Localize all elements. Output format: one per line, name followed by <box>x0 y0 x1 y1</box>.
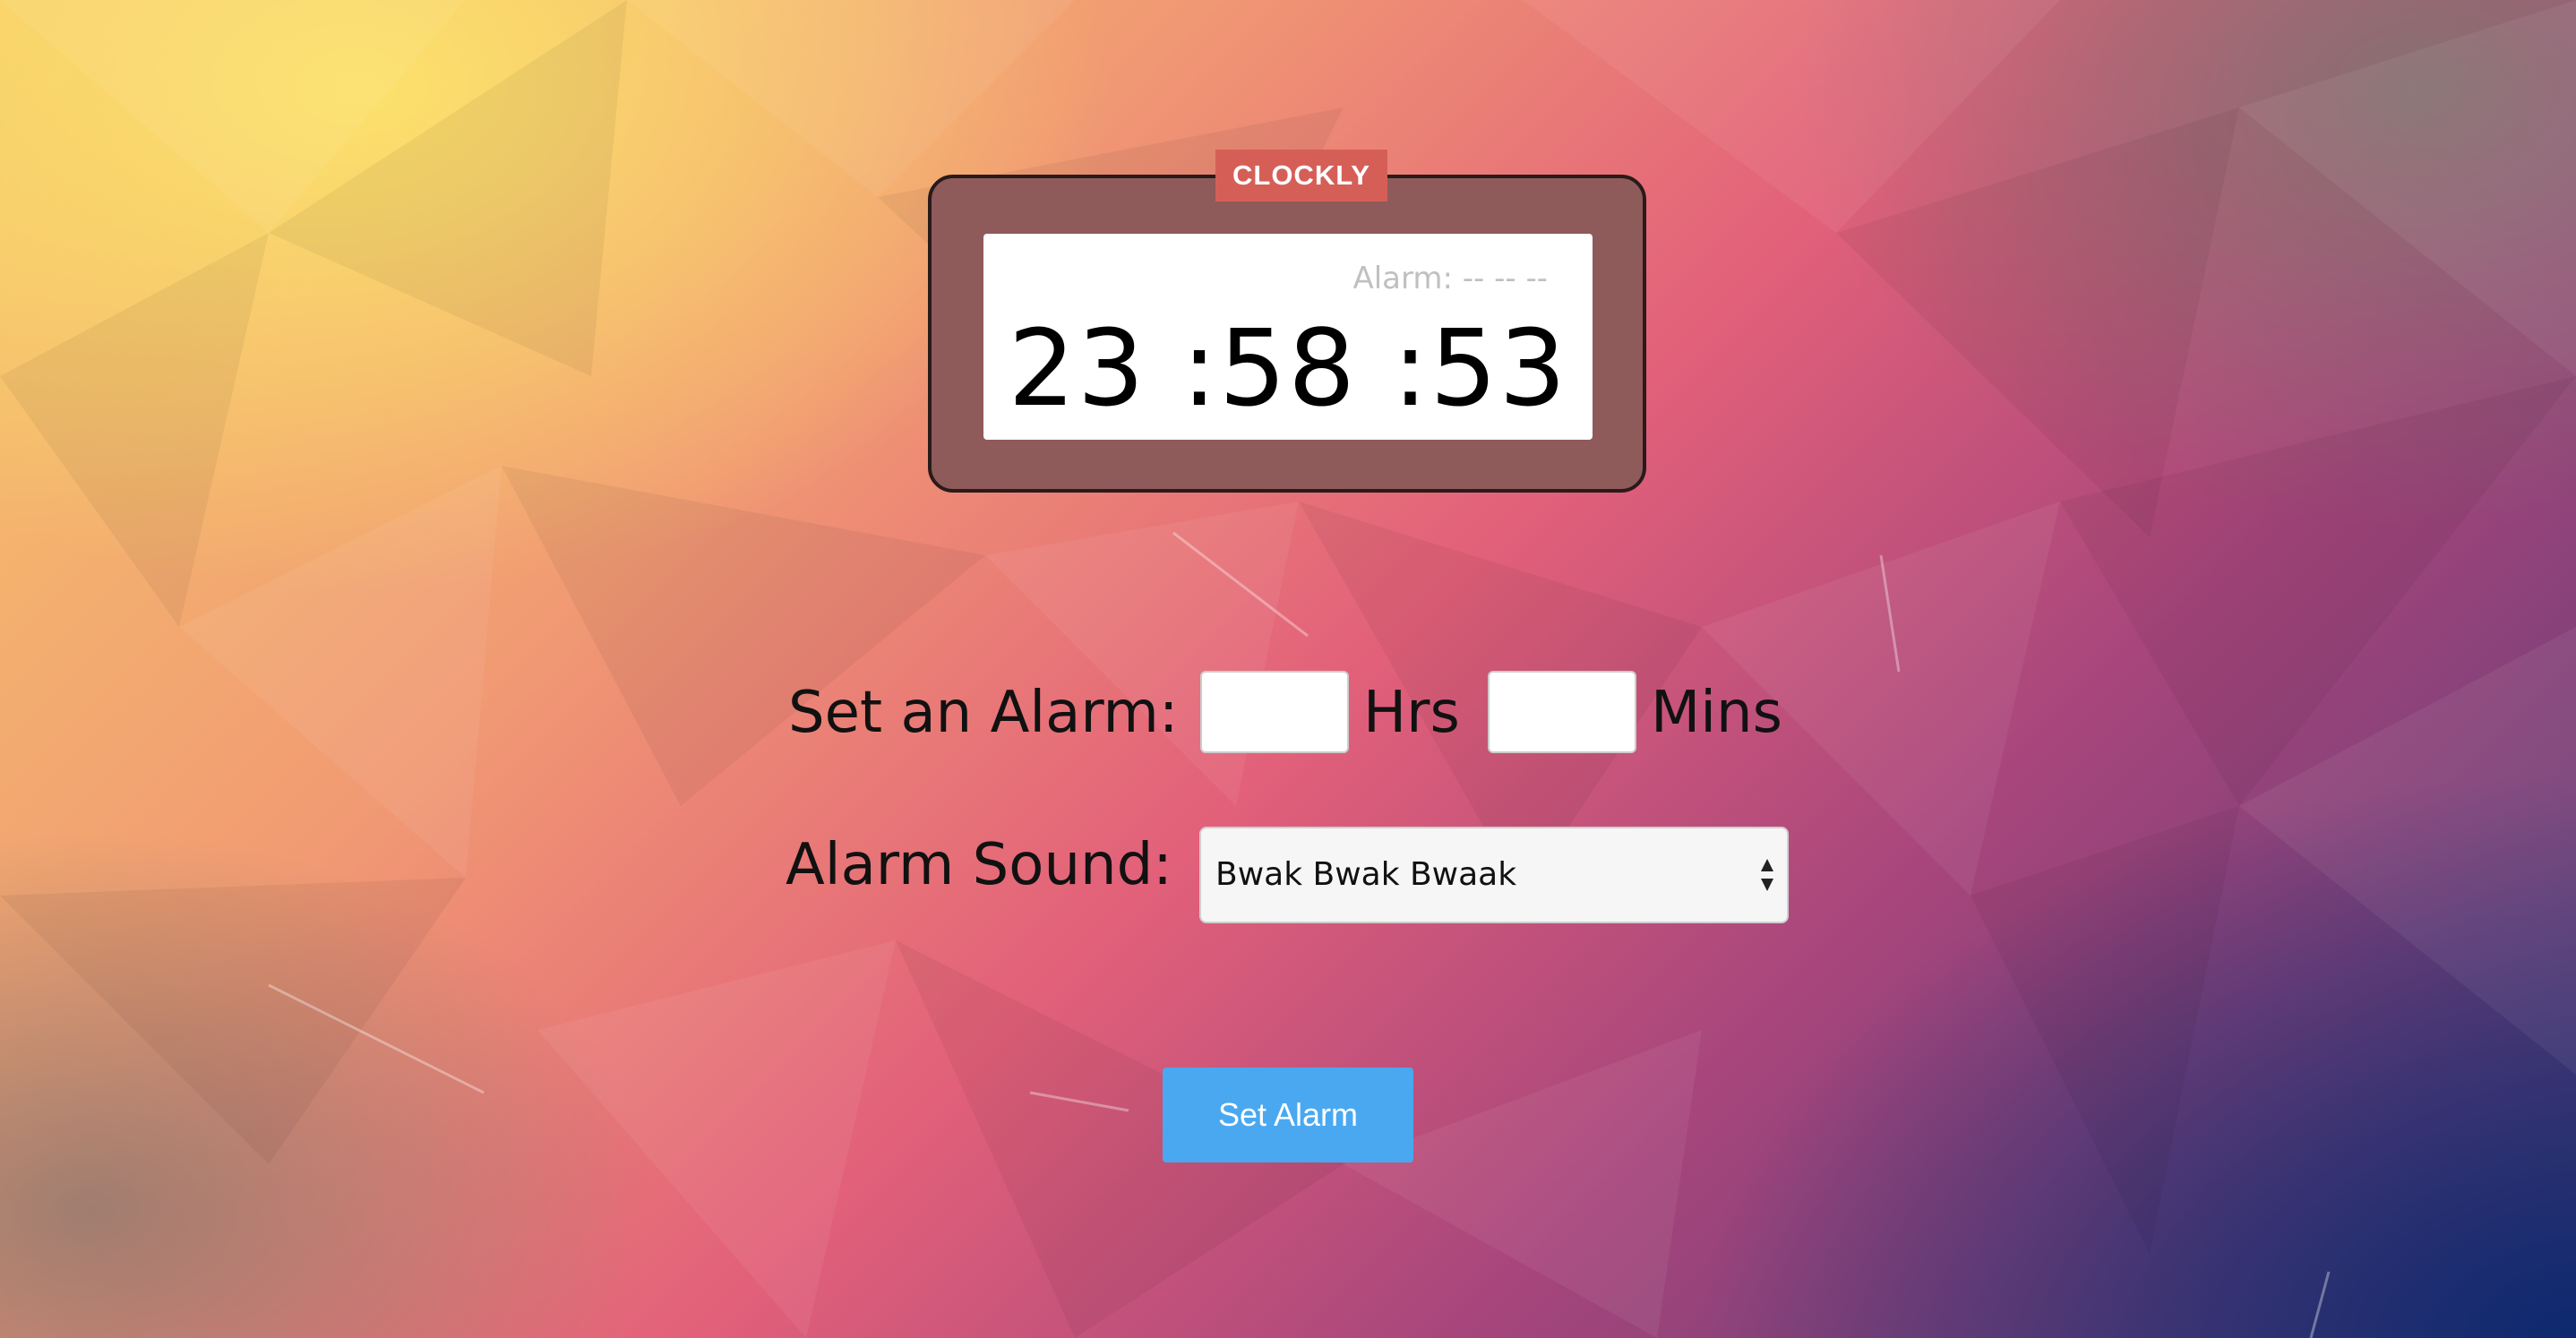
up-down-arrows-icon <box>1761 859 1773 891</box>
clock-screen: Alarm: -- -- -- 23 :58 :53 <box>983 234 1593 440</box>
time-display: 23 :58 :53 <box>1008 306 1568 430</box>
minutes-unit-label: Mins <box>1651 680 1782 746</box>
alarm-sound-selected-value: Bwak Bwak Bwaak <box>1215 856 1517 893</box>
alarm-readout: Alarm: -- -- -- <box>1352 261 1548 296</box>
hours-input[interactable] <box>1200 671 1349 753</box>
hours-unit-label: Hrs <box>1363 680 1460 746</box>
alarm-sound-label: Alarm Sound: <box>786 832 1172 898</box>
clock-body: Alarm: -- -- -- 23 :58 :53 <box>928 175 1646 493</box>
minutes-input[interactable] <box>1488 671 1636 753</box>
set-alarm-button[interactable]: Set Alarm <box>1163 1068 1413 1162</box>
set-alarm-label: Set an Alarm: <box>788 680 1179 746</box>
brand-badge: CLOCKLY <box>1215 150 1387 202</box>
alarm-sound-select[interactable]: Bwak Bwak Bwaak <box>1199 827 1789 923</box>
